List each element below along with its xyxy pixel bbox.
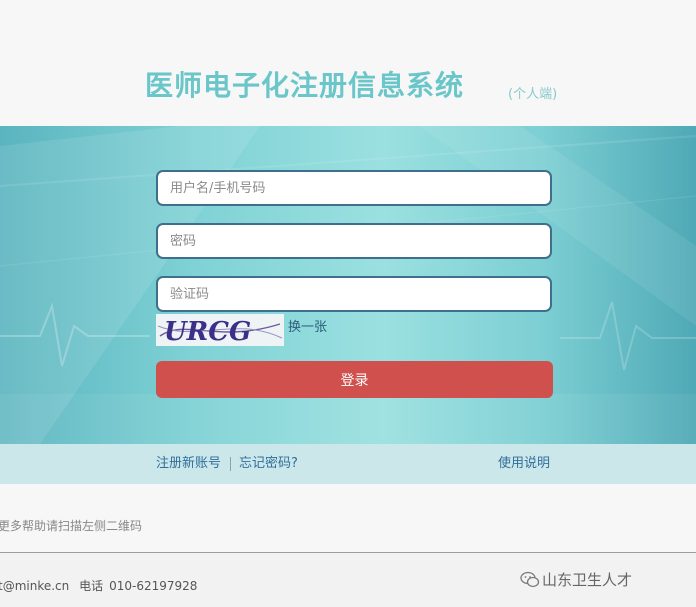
login-button[interactable]: 登录 [156,361,553,398]
register-link[interactable]: 注册新账号 [156,456,221,472]
footer: t@minke.cn 电话 010-62197928 山东卫生人才 [0,553,696,607]
wechat-icon [520,571,540,588]
page-title: 医师电子化注册信息系统 [145,69,465,102]
captcha-text: URCG [164,317,251,346]
footer-contact: t@minke.cn 电话 010-62197928 [0,577,203,594]
login-page: 医师电子化注册信息系统 (个人端) URCG 换一张 登录 [0,0,696,607]
links-divider [230,457,231,471]
footer-phone-label: 电话 [79,579,104,593]
username-input[interactable] [156,170,552,206]
captcha-image: URCG [156,314,284,346]
login-banner: URCG 换一张 登录 [0,126,696,444]
help-text: 更多帮助请扫描左侧二维码 [0,519,143,533]
watermark-text: 山东卫生人才 [542,571,633,589]
help-link[interactable]: 使用说明 [498,456,550,472]
header: 医师电子化注册信息系统 (个人端) [0,0,696,126]
footer-email: t@minke.cn [0,579,70,593]
refresh-captcha-link[interactable]: 换一张 [288,319,327,337]
password-input[interactable] [156,223,552,259]
captcha-input[interactable] [156,276,552,312]
watermark: 山东卫生人才 [520,569,633,593]
forgot-password-link[interactable]: 忘记密码? [239,456,298,472]
links-bar: 注册新账号 忘记密码? 使用说明 [0,444,696,484]
title-wrap: 医师电子化注册信息系统 (个人端) [0,66,696,110]
page-subtitle: (个人端) [508,87,558,102]
footer-phone: 010-62197928 [109,579,198,593]
captcha-graphic: URCG [156,314,284,346]
